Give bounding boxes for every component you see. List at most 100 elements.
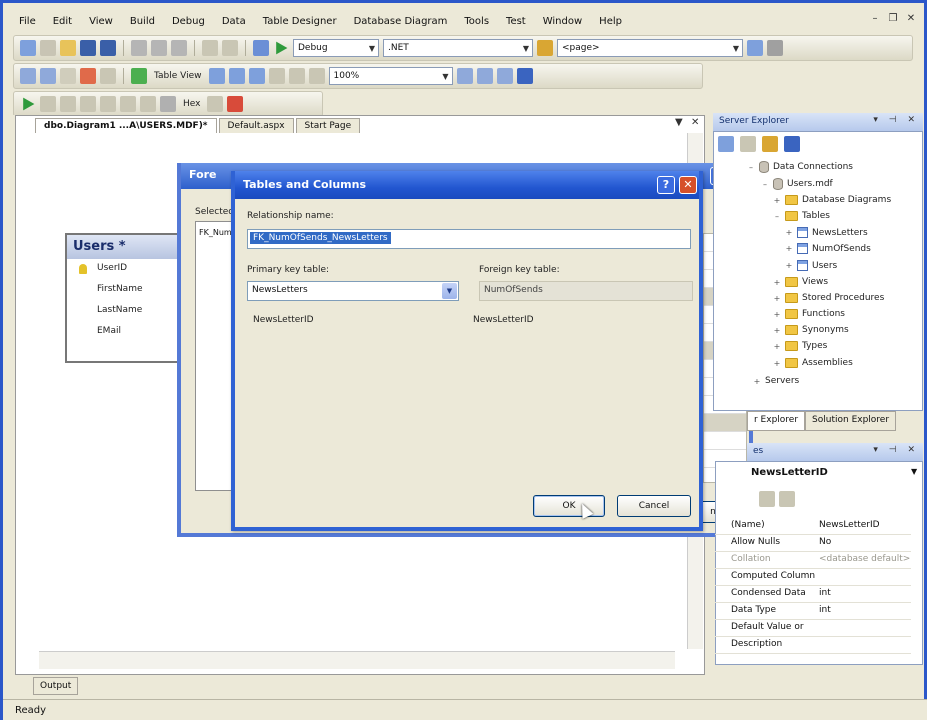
tree-item-views[interactable]: + Views (773, 277, 828, 287)
restore-icon[interactable]: ❐ (886, 12, 900, 26)
property-row[interactable]: Data Type int (715, 602, 911, 620)
alphabetical-icon[interactable] (779, 491, 795, 507)
menu-file[interactable]: File (19, 16, 36, 27)
step-over-icon[interactable] (120, 96, 136, 112)
remove-from-diagram-icon[interactable] (100, 68, 116, 84)
chart-icon[interactable] (131, 68, 147, 84)
text-annotation-icon[interactable] (308, 68, 325, 84)
indexes-icon[interactable] (496, 68, 513, 84)
check-constraints-icon[interactable] (516, 68, 533, 84)
property-row[interactable]: Computed Column (715, 568, 911, 586)
relationship-name-input[interactable]: FK_NumOfSends_NewsLetters (247, 229, 691, 249)
ok-button[interactable]: OK (533, 495, 605, 517)
primary-key-table-select[interactable]: NewsLetters ▼ (247, 281, 459, 301)
table-view-dropdown[interactable]: Table View (151, 71, 205, 81)
step-out-icon[interactable] (140, 96, 156, 112)
menu-build[interactable]: Build (130, 16, 155, 27)
minimize-icon[interactable]: – (868, 12, 882, 26)
chevron-down-icon[interactable]: ▼ (911, 467, 917, 476)
column-mapping-grid[interactable]: NewsLetterID NewsLetterID (243, 311, 695, 479)
categorized-icon[interactable] (759, 491, 775, 507)
tree-item-newsletters[interactable]: + NewsLetters (785, 227, 868, 238)
solution-config-combo[interactable]: Debug ▼ (293, 39, 379, 57)
stop-refresh-icon[interactable] (740, 136, 756, 152)
stop-icon[interactable] (60, 96, 76, 112)
navigate-icon[interactable] (253, 40, 269, 56)
tree-item-assemblies[interactable]: + Assemblies (773, 358, 853, 368)
copy-icon[interactable] (151, 40, 167, 56)
tree-item-data-connections[interactable]: – Data Connections (747, 161, 853, 173)
tab-solution-explorer[interactable]: Solution Explorer (805, 411, 897, 431)
new-table-icon[interactable] (20, 68, 36, 84)
related-tables-icon[interactable] (60, 68, 76, 84)
menu-window[interactable]: Window (543, 16, 582, 27)
menu-debug[interactable]: Debug (172, 16, 205, 27)
toolbox-icon[interactable] (767, 40, 783, 56)
list-item[interactable]: FK_Num (199, 228, 232, 237)
windows-icon[interactable] (227, 96, 244, 112)
zoom-combo[interactable]: 100% ▼ (328, 67, 453, 85)
redo-icon[interactable] (222, 40, 238, 56)
close-icon[interactable]: ✕ (679, 176, 697, 194)
restart-icon[interactable] (80, 96, 96, 112)
autosize-icon[interactable] (208, 68, 225, 84)
connect-database-icon[interactable] (762, 136, 778, 152)
panel-controls[interactable]: ▾ ⊣ ✕ (873, 445, 919, 455)
save-icon[interactable] (80, 40, 96, 56)
tree-item-types[interactable]: + Types (773, 341, 827, 351)
open-icon[interactable] (60, 40, 76, 56)
property-row[interactable]: (Name) NewsLetterID (715, 517, 911, 535)
tree-item-servers[interactable]: + Servers (753, 376, 800, 386)
panel-controls[interactable]: ▾ ⊣ ✕ (873, 115, 919, 125)
menu-table-designer[interactable]: Table Designer (263, 16, 337, 27)
refresh-icon[interactable] (718, 136, 734, 152)
relationship-list[interactable]: FK_Num (195, 221, 235, 491)
tab-server-explorer[interactable]: r Explorer (747, 411, 806, 431)
paste-icon[interactable] (171, 40, 187, 56)
horizontal-scrollbar[interactable] (39, 651, 675, 669)
menu-tools[interactable]: Tools (464, 16, 489, 27)
cut-icon[interactable] (131, 40, 147, 56)
close-document-icon[interactable]: ✕ (691, 117, 699, 128)
start-debug-icon[interactable] (276, 41, 288, 55)
menu-database-diagram[interactable]: Database Diagram (354, 16, 448, 27)
foreign-key-column-cell[interactable]: NewsLetterID (473, 315, 534, 325)
tab-output[interactable]: Output (33, 677, 79, 695)
tree-item-database-diagrams[interactable]: + Database Diagrams (773, 195, 891, 205)
tab-start-page[interactable]: Start Page (295, 118, 361, 133)
property-row[interactable]: Default Value or (715, 619, 911, 637)
menu-view[interactable]: View (89, 16, 113, 27)
tree-item-numofsends[interactable]: + NumOfSends (785, 243, 871, 254)
page-breaks-icon[interactable] (268, 68, 285, 84)
arrange-selection-icon[interactable] (248, 68, 265, 84)
add-item-icon[interactable] (40, 40, 56, 56)
menu-test[interactable]: Test (506, 16, 526, 27)
help-icon[interactable]: ? (657, 176, 675, 194)
find-in-files-icon[interactable] (537, 40, 553, 56)
continue-icon[interactable] (23, 97, 35, 111)
menu-help[interactable]: Help (599, 16, 622, 27)
tab-default-aspx[interactable]: Default.aspx (218, 118, 294, 133)
property-row[interactable]: Description (715, 636, 911, 654)
tree-item-functions[interactable]: + Functions (773, 309, 845, 319)
relationship-icon[interactable] (476, 68, 493, 84)
recalc-icon[interactable] (288, 68, 305, 84)
arrange-icon[interactable] (228, 68, 245, 84)
close-icon[interactable]: ✕ (904, 12, 918, 26)
add-table-icon[interactable] (40, 68, 56, 84)
tree-item-synonyms[interactable]: + Synonyms (773, 325, 849, 335)
solution-platform-combo[interactable]: .NET ▼ (383, 39, 533, 57)
property-row[interactable]: Condensed Data int (715, 585, 911, 603)
watch-icon[interactable] (207, 96, 224, 112)
property-row[interactable]: Collation <database default> (715, 551, 911, 569)
break-all-icon[interactable] (40, 96, 56, 112)
find-combo[interactable]: <page> ▼ (557, 39, 743, 57)
chevron-down-icon[interactable]: ▼ (442, 283, 457, 299)
hex-toggle[interactable]: Hex (180, 99, 203, 109)
properties-window-icon[interactable] (747, 40, 763, 56)
menu-data[interactable]: Data (222, 16, 246, 27)
new-project-icon[interactable] (20, 40, 36, 56)
menu-edit[interactable]: Edit (53, 16, 72, 27)
cancel-button[interactable]: Cancel (617, 495, 691, 517)
undo-icon[interactable] (202, 40, 218, 56)
